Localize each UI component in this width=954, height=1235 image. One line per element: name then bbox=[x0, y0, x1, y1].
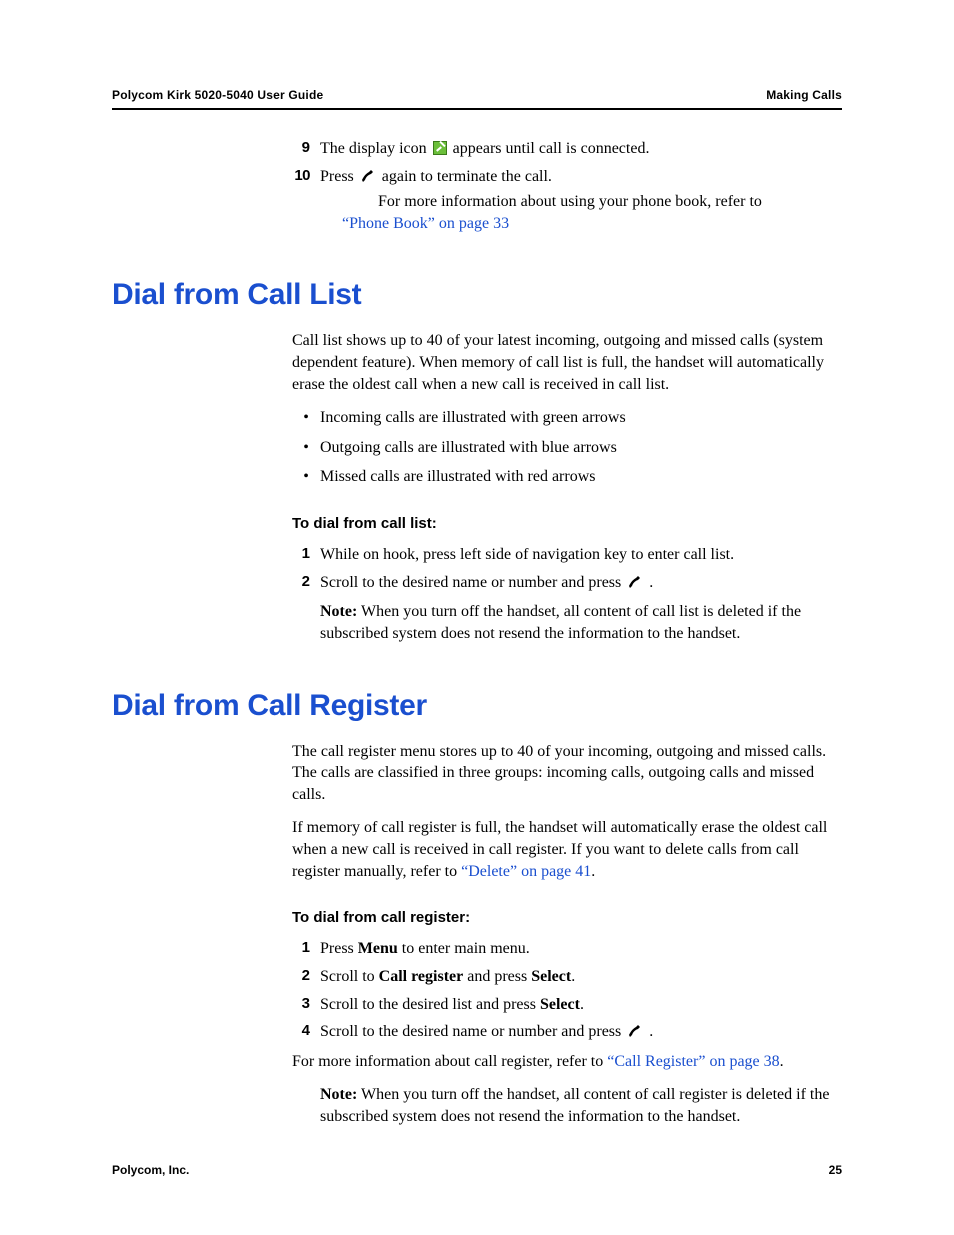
text: Scroll to the desired name or number and… bbox=[320, 1023, 625, 1040]
ui-term: Select bbox=[531, 968, 571, 985]
step-number: 1 bbox=[292, 938, 320, 960]
step-1: 1 While on hook, press left side of navi… bbox=[292, 544, 842, 566]
step-number: 3 bbox=[292, 994, 320, 1016]
step-9: 9 The display icon appears until call is… bbox=[292, 138, 842, 160]
sub-heading: To dial from call list: bbox=[292, 514, 842, 534]
cross-ref-link[interactable]: “Delete” on page 41 bbox=[461, 863, 591, 880]
footer-page-number: 25 bbox=[829, 1163, 842, 1177]
ui-term: Menu bbox=[358, 940, 398, 957]
step-number: 1 bbox=[292, 544, 320, 566]
text: The display icon bbox=[320, 140, 431, 157]
bullet-icon: • bbox=[292, 407, 320, 429]
section-heading-call-register: Dial from Call Register bbox=[112, 689, 842, 723]
text: Scroll to the desired list and press bbox=[320, 996, 540, 1013]
text: Press bbox=[320, 168, 358, 185]
step-sub: For more information about using your ph… bbox=[378, 191, 842, 213]
handset-icon bbox=[627, 1023, 643, 1045]
step-sub-link-line: “Phone Book” on page 33 bbox=[342, 213, 842, 235]
step-body: Scroll to the desired name or number and… bbox=[320, 572, 842, 596]
list-item: •Incoming calls are illustrated with gre… bbox=[292, 407, 842, 429]
step-2: 2 Scroll to the desired name or number a… bbox=[292, 572, 842, 596]
footer-left: Polycom, Inc. bbox=[112, 1163, 189, 1177]
paragraph: The call register menu stores up to 40 o… bbox=[292, 741, 842, 806]
section-heading-call-list: Dial from Call List bbox=[112, 278, 842, 312]
bullet-list: •Incoming calls are illustrated with gre… bbox=[292, 407, 842, 488]
text: and press bbox=[463, 968, 531, 985]
handset-icon bbox=[360, 168, 376, 190]
note-text: When you turn off the handset, all conte… bbox=[320, 603, 801, 642]
text: Press bbox=[320, 940, 358, 957]
handset-icon bbox=[627, 574, 643, 596]
ui-term: Select bbox=[540, 996, 580, 1013]
text: For more information about call register… bbox=[292, 1053, 607, 1070]
note: Note: When you turn off the handset, all… bbox=[320, 1084, 842, 1127]
text: For more information about using your ph… bbox=[378, 193, 762, 210]
text: . bbox=[645, 1023, 653, 1040]
step-body: Press Menu to enter main menu. bbox=[320, 938, 842, 960]
text: Incoming calls are illustrated with gree… bbox=[320, 407, 626, 429]
text: . bbox=[591, 863, 595, 880]
text: to enter main menu. bbox=[398, 940, 530, 957]
header-right: Making Calls bbox=[766, 88, 842, 102]
sub-heading: To dial from call register: bbox=[292, 908, 842, 928]
step-body: Scroll to the desired list and press Sel… bbox=[320, 994, 842, 1016]
list-item: •Outgoing calls are illustrated with blu… bbox=[292, 437, 842, 459]
note-label: Note: bbox=[320, 1086, 357, 1103]
text: . bbox=[645, 574, 653, 591]
step-body: Scroll to the desired name or number and… bbox=[320, 1021, 842, 1045]
step-body: While on hook, press left side of naviga… bbox=[320, 544, 842, 566]
text: . bbox=[780, 1053, 784, 1070]
text: Scroll to the desired name or number and… bbox=[320, 574, 625, 591]
cross-ref-link[interactable]: “Call Register” on page 38 bbox=[607, 1053, 779, 1070]
paragraph: For more information about call register… bbox=[292, 1051, 842, 1073]
step-body: The display icon appears until call is c… bbox=[320, 138, 842, 160]
text: Outgoing calls are illustrated with blue… bbox=[320, 437, 617, 459]
step-1: 1 Press Menu to enter main menu. bbox=[292, 938, 842, 960]
step-4: 4 Scroll to the desired name or number a… bbox=[292, 1021, 842, 1045]
paragraph: If memory of call register is full, the … bbox=[292, 817, 842, 882]
step-number: 2 bbox=[292, 966, 320, 988]
step-10: 10 Press again to terminate the call. Fo… bbox=[292, 166, 842, 235]
step-number: 2 bbox=[292, 572, 320, 596]
note-text: When you turn off the handset, all conte… bbox=[320, 1086, 829, 1125]
text: Scroll to bbox=[320, 968, 379, 985]
text: appears until call is connected. bbox=[449, 140, 650, 157]
cross-ref-link[interactable]: “Phone Book” on page 33 bbox=[342, 215, 509, 232]
step-number: 4 bbox=[292, 1021, 320, 1045]
step-number: 9 bbox=[292, 138, 320, 160]
bullet-icon: • bbox=[292, 466, 320, 488]
display-icon bbox=[433, 141, 447, 155]
step-body: Press again to terminate the call. For m… bbox=[320, 166, 842, 235]
note-label: Note: bbox=[320, 603, 357, 620]
ui-term: Call register bbox=[379, 968, 464, 985]
step-2: 2 Scroll to Call register and press Sele… bbox=[292, 966, 842, 988]
step-3: 3 Scroll to the desired list and press S… bbox=[292, 994, 842, 1016]
step-body: Scroll to Call register and press Select… bbox=[320, 966, 842, 988]
intro-paragraph: Call list shows up to 40 of your latest … bbox=[292, 330, 842, 395]
header-left: Polycom Kirk 5020-5040 User Guide bbox=[112, 88, 323, 102]
step-number: 10 bbox=[292, 166, 320, 235]
list-item: •Missed calls are illustrated with red a… bbox=[292, 466, 842, 488]
text: . bbox=[571, 968, 575, 985]
text: . bbox=[580, 996, 584, 1013]
header-rule bbox=[112, 108, 842, 110]
bullet-icon: • bbox=[292, 437, 320, 459]
text: again to terminate the call. bbox=[378, 168, 552, 185]
note: Note: When you turn off the handset, all… bbox=[320, 601, 842, 644]
text: Missed calls are illustrated with red ar… bbox=[320, 466, 595, 488]
